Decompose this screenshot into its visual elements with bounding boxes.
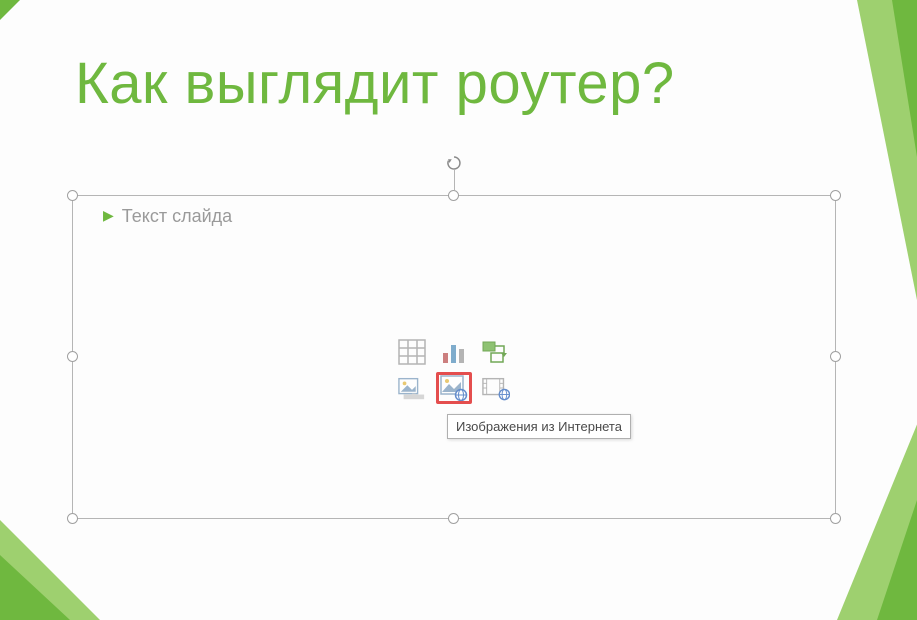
placeholder-text[interactable]: ▶ Текст слайда [103, 206, 232, 227]
rotate-handle[interactable] [445, 154, 463, 172]
insert-chart-icon[interactable] [436, 336, 472, 368]
slide-title[interactable]: Как выглядит роутер? [75, 50, 675, 117]
rotate-connector [454, 170, 455, 190]
insert-smartart-icon[interactable] [478, 336, 514, 368]
resize-handle-bottom-middle[interactable] [448, 513, 459, 524]
decoration-corner-bottom-left [0, 520, 120, 620]
tooltip-label: Изображения из Интернета [456, 419, 622, 434]
resize-handle-top-middle[interactable] [448, 190, 459, 201]
insert-video-icon[interactable] [478, 372, 514, 404]
content-placeholder[interactable]: ▶ Текст слайда [72, 195, 836, 519]
insert-picture-icon[interactable] [394, 372, 430, 404]
bullet-icon: ▶ [103, 207, 114, 224]
resize-handle-bottom-right[interactable] [830, 513, 841, 524]
placeholder-label: Текст слайда [122, 206, 232, 226]
tooltip: Изображения из Интернета [447, 414, 631, 439]
insert-table-icon[interactable] [394, 336, 430, 368]
decoration-corner-top-left [0, 0, 20, 20]
slide: Как выглядит роутер? ▶ Текст слайда [0, 0, 917, 620]
insert-icon-grid [394, 336, 514, 404]
resize-handle-top-left[interactable] [67, 190, 78, 201]
resize-handle-bottom-left[interactable] [67, 513, 78, 524]
insert-online-picture-icon[interactable] [436, 372, 472, 404]
resize-handle-middle-left[interactable] [67, 351, 78, 362]
resize-handle-top-right[interactable] [830, 190, 841, 201]
resize-handle-middle-right[interactable] [830, 351, 841, 362]
